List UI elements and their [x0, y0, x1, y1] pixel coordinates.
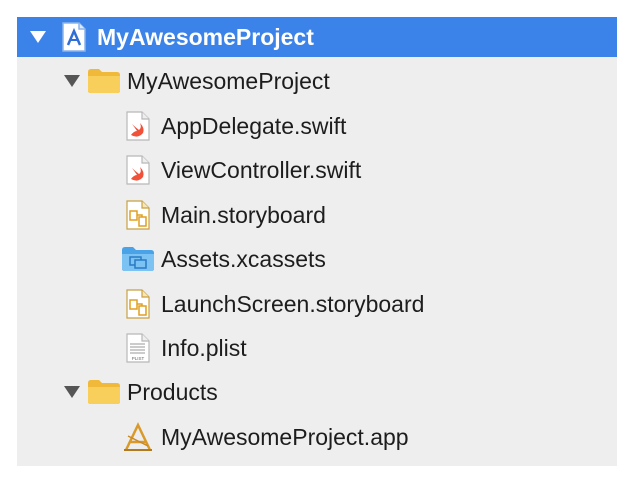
- file-label: LaunchScreen.storyboard: [161, 290, 425, 317]
- file-label: Info.plist: [161, 334, 247, 361]
- file-row-info-plist[interactable]: PLIST Info.plist: [17, 328, 617, 368]
- group-label: MyAwesomeProject: [127, 67, 330, 94]
- xcode-project-icon: [57, 21, 91, 53]
- plist-file-icon: PLIST: [121, 332, 155, 364]
- storyboard-file-icon: [121, 199, 155, 231]
- file-label: AppDelegate.swift: [161, 112, 347, 139]
- file-label: ViewController.swift: [161, 156, 362, 183]
- project-row[interactable]: MyAwesomeProject: [17, 17, 617, 57]
- file-row-launchscreen[interactable]: LaunchScreen.storyboard: [17, 284, 617, 324]
- project-navigator: MyAwesomeProject MyAwesomeProject AppDel…: [17, 17, 617, 466]
- group-label: Products: [127, 378, 218, 405]
- disclosure-triangle-icon[interactable]: [27, 26, 49, 48]
- swift-file-icon: [121, 110, 155, 142]
- asset-catalog-icon: [121, 243, 155, 275]
- file-row-viewcontroller[interactable]: ViewController.swift: [17, 150, 617, 190]
- disclosure-triangle-icon[interactable]: [61, 381, 83, 403]
- product-row-app[interactable]: MyAwesomeProject.app: [17, 417, 617, 457]
- folder-icon: [87, 65, 121, 97]
- group-row-products[interactable]: Products: [17, 372, 617, 412]
- storyboard-file-icon: [121, 288, 155, 320]
- file-row-assets[interactable]: Assets.xcassets: [17, 239, 617, 279]
- group-row-myawesomeproject[interactable]: MyAwesomeProject: [17, 61, 617, 101]
- plist-badge: PLIST: [132, 356, 145, 361]
- app-product-icon: [121, 421, 155, 453]
- file-label: Assets.xcassets: [161, 245, 326, 272]
- product-label: MyAwesomeProject.app: [161, 423, 409, 450]
- disclosure-triangle-icon[interactable]: [61, 70, 83, 92]
- swift-file-icon: [121, 154, 155, 186]
- file-label: Main.storyboard: [161, 201, 326, 228]
- file-row-appdelegate[interactable]: AppDelegate.swift: [17, 106, 617, 146]
- file-row-main-storyboard[interactable]: Main.storyboard: [17, 195, 617, 235]
- folder-icon: [87, 376, 121, 408]
- project-label: MyAwesomeProject: [97, 23, 314, 50]
